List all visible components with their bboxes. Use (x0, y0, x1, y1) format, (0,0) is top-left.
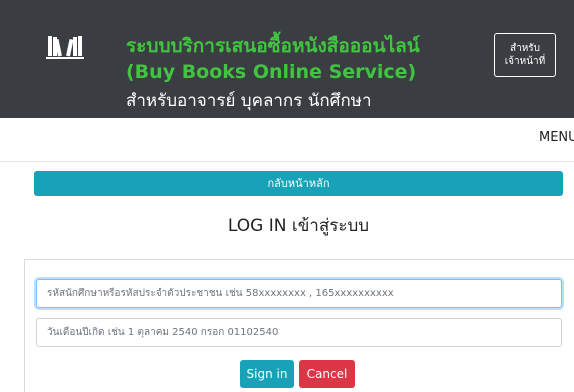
cancel-button[interactable]: Cancel (299, 360, 355, 388)
site-subtitle: สำหรับอาจารย์ บุคลากร นักศึกษา (126, 91, 372, 111)
menu-toggle[interactable]: MENU (539, 130, 574, 145)
staff-button-line1: สำหรับ (509, 43, 541, 54)
login-heading: LOG IN เข้าสู่ระบบ (227, 216, 370, 236)
books-icon (46, 36, 84, 59)
birthdate-input[interactable] (36, 318, 562, 347)
site-title-english: (Buy Books Online Service) (126, 61, 417, 83)
back-to-home-button[interactable]: กลับหน้าหลัก (34, 171, 563, 196)
menu-bar: MENU (0, 118, 574, 162)
site-header: ระบบบริการเสนอซื้อหนังสือออนไลน์ (Buy Bo… (0, 0, 574, 118)
site-title-thai: ระบบบริการเสนอซื้อหนังสือออนไลน์ (126, 35, 420, 57)
staff-login-button[interactable]: สำหรับ เจ้าหน้าที่ (494, 33, 556, 77)
sign-in-button[interactable]: Sign in (240, 360, 294, 388)
student-id-input[interactable] (36, 279, 562, 308)
staff-button-line2: เจ้าหน้าที่ (504, 56, 546, 67)
